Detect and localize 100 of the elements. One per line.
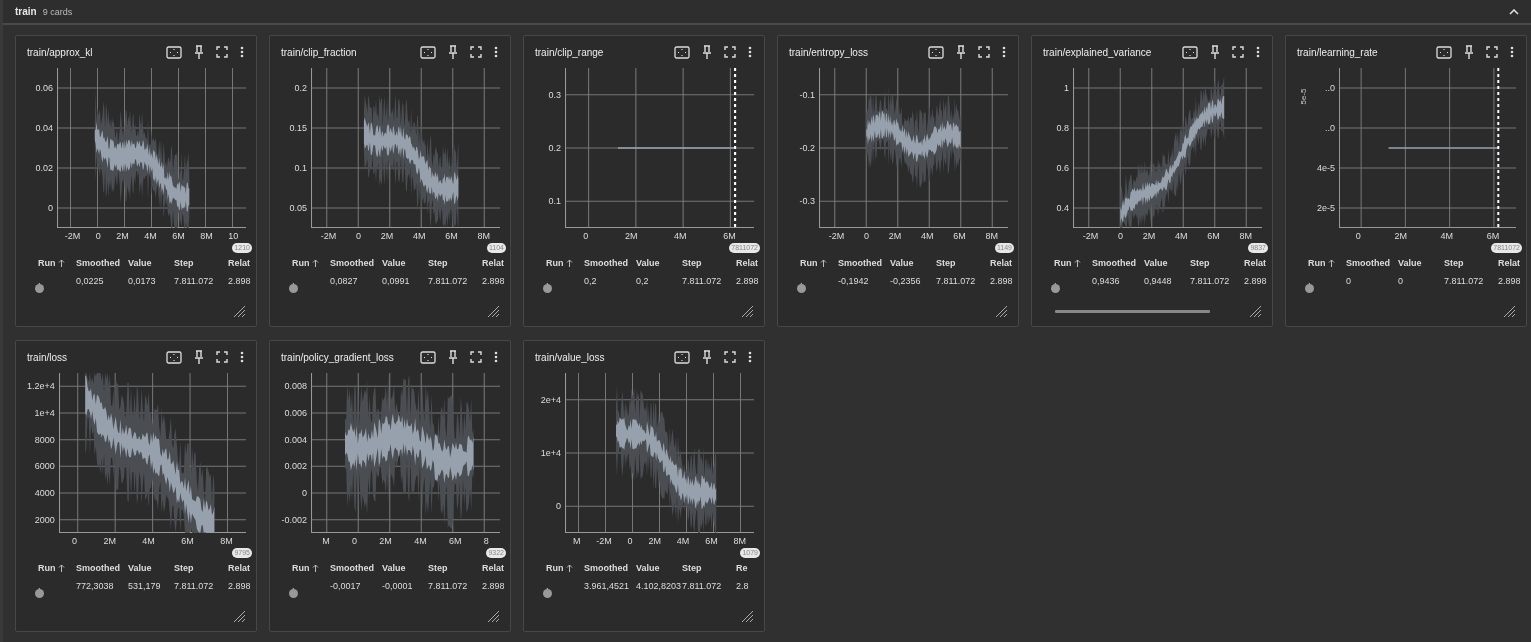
table-cell-text: 7.811.072 [174,276,215,286]
tick-label: 6000 [34,461,55,472]
tick-label: 1e+4 [540,448,561,458]
column-header[interactable]: Step [1444,258,1498,268]
column-header[interactable]: Relat [1244,258,1267,268]
run-dot [797,284,806,293]
tick-label: 10 [228,231,239,241]
tick-label: 0.004 [284,434,307,445]
tick-label: 0.008 [284,381,307,392]
tick-label: 2M [116,231,129,241]
column-header[interactable]: Smoothed [1092,258,1144,268]
resize-handle-icon [486,609,500,623]
column-header[interactable]: Run [292,258,310,268]
frame-icon [166,45,182,59]
column-header[interactable]: Relat [990,258,1013,268]
more-icon [494,351,498,363]
column-header[interactable]: Value [382,258,428,268]
column-header[interactable]: Value [890,258,936,268]
tick-label: -0.2 [799,143,815,153]
tick-label: 0 [583,231,589,241]
fullscreen-icon [978,46,990,58]
tick-label: 0 [556,501,561,512]
sort-arrow-icon [565,564,573,572]
tick-label: 2M [888,231,902,241]
column-header[interactable]: Smoothed [1346,258,1398,268]
card-title: train/learning_rate [1297,46,1378,58]
card-title: train/approx_kl [27,46,93,58]
scrollbar[interactable] [1055,309,1210,313]
more-icon [748,46,752,58]
tick-label: ..0 [1325,83,1335,93]
frame-icon [1182,45,1198,59]
column-header[interactable]: Value [1398,258,1444,268]
column-header[interactable]: Run [292,563,310,573]
column-header[interactable]: Value [382,563,428,573]
column-header[interactable]: Value [636,258,682,268]
column-header[interactable]: Run [38,258,56,268]
column-header[interactable]: Run [38,563,56,573]
tick-label: 8M [200,231,213,241]
column-header[interactable]: Run [1054,258,1072,268]
tick-label: 0.02 [35,163,53,173]
tick-label: 8M [477,231,491,241]
column-header[interactable]: Relat [228,563,251,573]
tick-label: -0.3 [799,196,815,207]
tick-label: 1 [1064,83,1069,93]
table-cell-text: . [546,276,550,286]
column-header[interactable]: Step [682,258,736,268]
card-title: train/clip_fraction [281,46,357,58]
fullscreen-icon [216,46,228,58]
tick-label: 6M [181,536,194,546]
column-header[interactable]: Value [1144,258,1190,268]
column-header[interactable]: Value [636,563,682,573]
table-cell: 2.898 [990,276,1013,286]
column-header[interactable]: Run [546,258,564,268]
table-cell: 2.898 [1498,276,1521,286]
column-header[interactable]: Smoothed [76,563,128,573]
pin-icon [448,350,458,364]
sort-arrow-icon [819,259,827,267]
table-cell-text: 0,0173 [128,276,157,286]
column-header[interactable]: Smoothed [584,258,636,268]
column-header[interactable]: Smoothed [330,258,382,268]
resize-handle-icon [740,609,754,623]
column-header[interactable]: Relat [482,258,505,268]
tick-label: -2M [64,231,81,241]
tick-label: 0 [1118,231,1124,241]
column-header[interactable]: Step [428,258,482,268]
pin-icon [702,350,712,364]
column-header[interactable]: Step [936,258,990,268]
tick-label: ..0 [1325,123,1335,133]
column-header[interactable]: Re [736,563,754,573]
column-header[interactable]: Step [682,563,736,573]
column-header[interactable]: Smoothed [584,563,636,573]
tick-label: 0 [48,203,53,213]
tick-label: 8000 [34,434,55,445]
column-header[interactable]: Run [800,258,818,268]
column-header[interactable]: Smoothed [838,258,890,268]
column-header[interactable]: Step [174,563,228,573]
column-header[interactable]: Step [174,258,228,268]
column-header[interactable]: Relat [736,258,759,268]
column-header[interactable]: Step [428,563,482,573]
table-cell-text: . [546,581,550,591]
column-header[interactable]: Smoothed [76,258,128,268]
pin-icon [448,45,458,59]
column-header[interactable]: Relat [482,563,505,573]
column-header[interactable]: Run [546,563,564,573]
tick-label: 2M [648,536,661,546]
table-cell: 2.898 [1244,276,1267,286]
column-header[interactable]: Smoothed [330,563,382,573]
frame-icon [674,350,690,364]
column-header[interactable]: Value [128,258,174,268]
collapse-button[interactable] [1507,6,1521,17]
column-header[interactable]: Step [1190,258,1244,268]
tick-label: 0 [356,231,362,241]
tick-label: 1.2e+4 [27,381,55,392]
more-icon [748,351,752,363]
column-header[interactable]: Relat [1498,258,1521,268]
column-header[interactable]: Run [1308,258,1326,268]
column-header[interactable]: Value [128,563,174,573]
table-cell-text: . [38,276,42,286]
tick-label: 0.15 [289,123,307,133]
column-header[interactable]: Relat [228,258,251,268]
